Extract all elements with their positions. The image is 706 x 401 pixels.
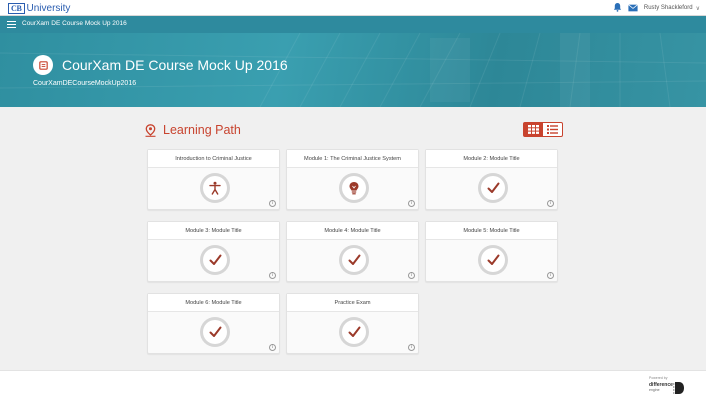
module-status-badge — [478, 173, 508, 203]
module-title: Module 2: Module Title — [426, 150, 557, 168]
grid-view-button[interactable] — [523, 122, 543, 137]
list-icon — [547, 125, 558, 134]
module-status-badge — [339, 173, 369, 203]
difference-engine-mark-icon — [673, 382, 684, 394]
mail-icon[interactable] — [628, 0, 638, 17]
info-icon[interactable]: i — [269, 200, 276, 207]
module-card[interactable]: Module 1: The Criminal Justice System i — [286, 149, 419, 210]
module-status-badge — [200, 245, 230, 275]
module-status-badge — [200, 317, 230, 347]
course-code: CourXamDECourseMockUp2016 — [33, 80, 137, 87]
footer: Powered by difference engine — [0, 370, 706, 401]
module-status-badge — [478, 245, 508, 275]
module-title: Module 5: Module Title — [426, 222, 557, 240]
main-content: Learning Path Introduction to Criminal J… — [0, 107, 706, 370]
logo-mark: CB — [8, 2, 25, 14]
learning-path-title: Learning Path — [163, 123, 241, 137]
module-card[interactable]: Module 3: Module Title i — [147, 221, 280, 282]
grid-icon — [527, 125, 539, 134]
top-bar: CB University Rusty Shackleford ∨ — [0, 0, 706, 16]
info-icon[interactable]: i — [547, 272, 554, 279]
module-card[interactable]: Module 2: Module Title i — [425, 149, 558, 210]
person-icon — [209, 181, 221, 195]
logo-text: University — [26, 2, 71, 14]
module-title: Module 1: The Criminal Justice System — [287, 150, 418, 168]
info-icon[interactable]: i — [408, 344, 415, 351]
module-card[interactable]: Module 4: Module Title i — [286, 221, 419, 282]
chevron-down-icon[interactable]: ∨ — [696, 5, 700, 12]
module-title: Module 6: Module Title — [148, 294, 279, 312]
course-navbar: CourXam DE Course Mock Up 2016 — [0, 16, 706, 33]
view-toggle — [523, 122, 563, 137]
difference-engine-logo[interactable]: difference engine — [649, 381, 685, 395]
user-area: Rusty Shackleford ∨ — [613, 0, 700, 16]
info-icon[interactable]: i — [269, 272, 276, 279]
list-view-button[interactable] — [543, 122, 563, 137]
module-title: Introduction to Criminal Justice — [148, 150, 279, 168]
module-title: Practice Exam — [287, 294, 418, 312]
map-pin-icon — [145, 123, 156, 137]
check-icon — [348, 326, 360, 337]
nav-course-title: CourXam DE Course Mock Up 2016 — [22, 20, 127, 27]
module-card[interactable]: Introduction to Criminal Justice i — [147, 149, 280, 210]
cb-university-logo[interactable]: CB University — [8, 1, 70, 15]
module-title: Module 4: Module Title — [287, 222, 418, 240]
module-card[interactable]: Module 6: Module Title i — [147, 293, 280, 354]
user-name[interactable]: Rusty Shackleford — [644, 5, 693, 11]
check-icon — [348, 254, 360, 265]
info-icon[interactable]: i — [269, 344, 276, 351]
check-icon — [209, 326, 221, 337]
lightbulb-icon — [349, 182, 359, 195]
course-banner: CourXam DE Course Mock Up 2016 CourXamDE… — [0, 33, 706, 107]
learning-path-header: Learning Path — [145, 122, 241, 138]
module-title: Module 3: Module Title — [148, 222, 279, 240]
info-icon[interactable]: i — [547, 200, 554, 207]
module-status-badge — [200, 173, 230, 203]
powered-by-label: Powered by — [649, 376, 668, 380]
check-icon — [487, 182, 499, 193]
course-icon — [33, 55, 53, 75]
module-card[interactable]: Practice Exam i — [286, 293, 419, 354]
company-name-line2: engine — [649, 388, 660, 392]
info-icon[interactable]: i — [408, 272, 415, 279]
course-title: CourXam DE Course Mock Up 2016 — [62, 57, 288, 73]
module-status-badge — [339, 317, 369, 347]
bell-icon[interactable] — [613, 0, 622, 17]
info-icon[interactable]: i — [408, 200, 415, 207]
menu-icon[interactable] — [7, 21, 16, 29]
check-icon — [487, 254, 499, 265]
module-card[interactable]: Module 5: Module Title i — [425, 221, 558, 282]
module-status-badge — [339, 245, 369, 275]
check-icon — [209, 254, 221, 265]
